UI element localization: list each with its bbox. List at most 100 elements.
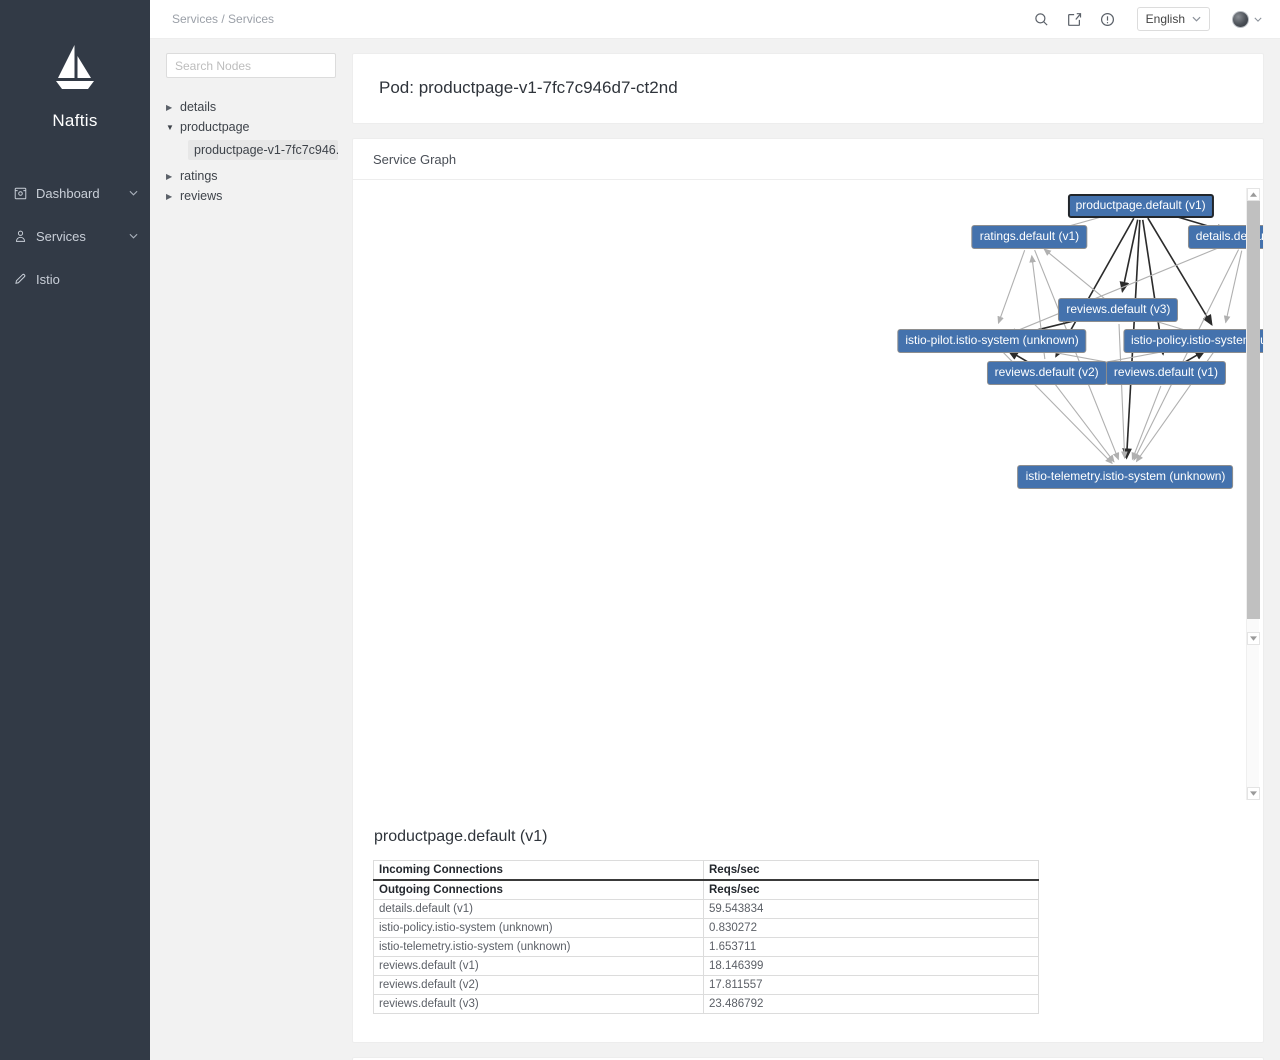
- metrics-cell-name: reviews.default (v2): [373, 975, 704, 995]
- metrics-cell-value: 0.830272: [703, 918, 1039, 938]
- metrics-title: productpage.default (v1): [374, 828, 548, 845]
- sidebar-item-label: Dashboard: [36, 185, 100, 201]
- scroll-down-icon[interactable]: [1247, 632, 1260, 645]
- brand-name: Naftis: [52, 111, 98, 130]
- graph-node-ratings-v1[interactable]: ratings.default (v1): [971, 225, 1088, 249]
- metrics-cell-value: Reqs/sec: [703, 860, 1039, 881]
- chevron-down-icon: [129, 188, 138, 198]
- tree-item-label: productpage: [180, 120, 250, 134]
- chevron-right-icon: ▶: [166, 171, 173, 181]
- metrics-cell-name: Incoming Connections: [373, 860, 704, 881]
- graph-scrollbar[interactable]: [1246, 188, 1260, 800]
- tree-item-reviews[interactable]: ▶ reviews: [166, 186, 338, 206]
- metrics-cell-name: istio-policy.istio-system (unknown): [373, 918, 704, 938]
- search-icon[interactable]: [1032, 10, 1051, 29]
- tree-item-label: reviews: [180, 189, 223, 203]
- dashboard-icon: [14, 187, 36, 200]
- chevron-right-icon: ▶: [166, 102, 173, 112]
- tree-item-ratings[interactable]: ▶ ratings: [166, 166, 338, 186]
- chevron-down-icon: [1254, 15, 1262, 24]
- table-row: istio-telemetry.istio-system (unknown) 1.…: [373, 937, 1039, 957]
- search-input[interactable]: [166, 53, 336, 78]
- chevron-right-icon: ▶: [166, 191, 173, 201]
- graph-node-reviews-v2[interactable]: reviews.default (v2): [986, 361, 1107, 385]
- sidebar-item-label: Istio: [36, 271, 60, 287]
- chevron-down-icon: [129, 231, 138, 241]
- user-menu[interactable]: [1232, 10, 1262, 28]
- service-graph-edges: [997, 209, 1243, 465]
- graph-node-productpage-v1[interactable]: productpage.default (v1): [1067, 194, 1214, 218]
- graph-node-istio-pilot[interactable]: istio-pilot.istio-system (unknown): [897, 329, 1087, 353]
- tree-item-productpage-pod[interactable]: productpage-v1-7fc7c946...: [188, 140, 338, 160]
- metrics-cell-value: 59.543834: [703, 899, 1039, 919]
- table-row: reviews.default (v1) 18.146399: [373, 956, 1039, 976]
- topbar-actions: English: [1032, 7, 1262, 31]
- metrics-cell-value: 17.811557: [703, 975, 1039, 995]
- metrics-header-row: Incoming Connections Reqs/sec: [373, 860, 1039, 881]
- sidebar: Naftis Dashboard Services Istio: [0, 0, 150, 1060]
- language-selector[interactable]: English: [1136, 7, 1210, 31]
- graph-scrollbar-thumb[interactable]: [1247, 201, 1260, 619]
- content-column: Pod: productpage-v1-7fc7c946d7-ct2nd Ser…: [350, 39, 1280, 1060]
- scroll-up-icon[interactable]: [1247, 188, 1260, 201]
- body-row: ▶ details ▼ productpage productpage-v1-7…: [150, 39, 1280, 1060]
- graph-node-istio-policy[interactable]: istio-policy.istio-system (unknown): [1122, 329, 1263, 353]
- table-row: reviews.default (v2) 17.811557: [373, 975, 1039, 995]
- tree-item-label: ratings: [180, 169, 218, 183]
- metrics-cell-name: reviews.default (v3): [373, 994, 704, 1014]
- graph-edge: [1043, 248, 1108, 302]
- graph-node-reviews-v3[interactable]: reviews.default (v3): [1058, 298, 1179, 322]
- sidebar-item-label: Services: [36, 228, 86, 244]
- topbar: Services / Services English: [150, 0, 1280, 39]
- graph-scrollbar-track[interactable]: [1247, 201, 1260, 787]
- metrics-cell-name: details.default (v1): [373, 899, 704, 919]
- main-area: Services / Services English Search Nodes…: [150, 0, 1280, 1060]
- graph-edge: [1119, 219, 1139, 293]
- metrics-cell-name: reviews.default (v1): [373, 956, 704, 976]
- graph-edge: [997, 250, 1026, 325]
- chevron-down-icon: [1192, 15, 1201, 24]
- tree-item-productpage[interactable]: ▼ productpage: [166, 117, 338, 137]
- breadcrumb: Services / Services: [172, 12, 275, 26]
- sailboat-icon: [0, 42, 150, 99]
- sidebar-item-istio[interactable]: Istio: [0, 262, 150, 296]
- node-tree: ▶ details ▼ productpage productpage-v1-7…: [166, 97, 338, 206]
- sidebar-item-services[interactable]: Services: [0, 219, 150, 253]
- metrics-header-row: Outgoing Connections Reqs/sec: [373, 879, 1039, 900]
- graph-edge: [1223, 250, 1243, 324]
- metrics-cell-name: istio-telemetry.istio-system (unknown): [373, 937, 704, 957]
- graph-node-reviews-v1[interactable]: reviews.default (v1): [1105, 361, 1226, 385]
- tree-child-row: productpage-v1-7fc7c946...: [166, 137, 338, 166]
- metrics-cell-value: Reqs/sec: [703, 879, 1039, 900]
- avatar: [1232, 10, 1249, 28]
- sidebar-item-dashboard[interactable]: Dashboard: [0, 176, 150, 210]
- scroll-down-end-icon[interactable]: [1247, 787, 1260, 800]
- search-wrap: [166, 53, 338, 78]
- tree-item-details[interactable]: ▶ details: [166, 97, 338, 117]
- graph-edge: [1054, 383, 1115, 463]
- graph-node-istio-telemetry[interactable]: istio-telemetry.istio-system (unknown): [1017, 465, 1234, 489]
- brand: Naftis: [0, 0, 150, 131]
- table-row: istio-policy.istio-system (unknown) 0.830…: [373, 918, 1039, 938]
- metrics-cell-value: 23.486792: [703, 994, 1039, 1014]
- graph-edge: [1034, 249, 1120, 461]
- node-tree-panel: ▶ details ▼ productpage productpage-v1-7…: [150, 39, 350, 1060]
- page-title: Pod: productpage-v1-7fc7c946d7-ct2nd: [379, 78, 678, 97]
- info-icon[interactable]: [1098, 10, 1117, 29]
- metrics-cell-value: 18.146399: [703, 956, 1039, 976]
- language-label: English: [1145, 12, 1185, 26]
- edit-icon[interactable]: [1065, 10, 1084, 29]
- metrics-cell-name: Outgoing Connections: [373, 879, 704, 900]
- graph-edge: [1131, 385, 1162, 461]
- metrics-section: productpage.default (v1) Incoming Connec…: [353, 810, 1263, 1042]
- pod-header-card: Pod: productpage-v1-7fc7c946d7-ct2nd: [352, 53, 1264, 124]
- app-root: Naftis Dashboard Services Istio Services…: [0, 0, 1280, 1060]
- service-graph-stage[interactable]: productpage.default (v1) ratings.default …: [353, 180, 1263, 810]
- table-row: reviews.default (v3) 23.486792: [373, 994, 1039, 1014]
- sidebar-nav: Dashboard Services Istio: [0, 176, 150, 296]
- chevron-down-icon: ▼: [166, 122, 174, 132]
- service-graph-scrollarea: productpage.default (v1) ratings.default …: [353, 180, 1263, 810]
- service-graph-card: Service Graph productpage.default (v1) r…: [352, 138, 1264, 1043]
